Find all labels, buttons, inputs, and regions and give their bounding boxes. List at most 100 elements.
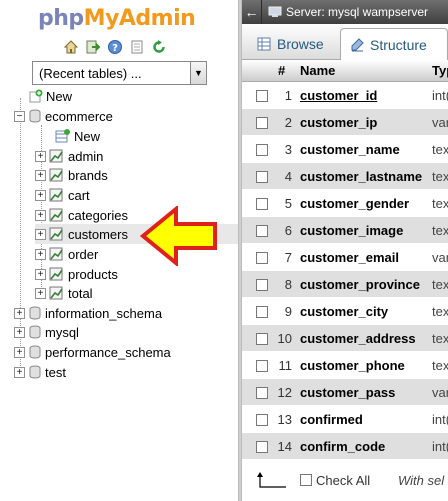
- row-checkbox[interactable]: [256, 441, 268, 453]
- database-icon: [28, 306, 42, 320]
- row-number: 11: [278, 358, 293, 373]
- expand-toggle[interactable]: +: [35, 150, 46, 162]
- table-row[interactable]: 14 confirm_code int(: [242, 433, 448, 460]
- row-checkbox[interactable]: [256, 144, 268, 156]
- row-number: 12: [277, 385, 292, 400]
- logo-my: My: [83, 6, 120, 31]
- docs-icon[interactable]: [128, 38, 146, 56]
- tree-table-cart[interactable]: + cart: [35, 185, 90, 205]
- expand-toggle[interactable]: +: [35, 209, 46, 221]
- column-type: tex: [432, 277, 448, 292]
- tree-table-products[interactable]: + products: [35, 264, 118, 284]
- column-name: customer_phone: [300, 358, 405, 373]
- tree-table-categories[interactable]: + categories: [35, 205, 128, 225]
- tree-table-brands[interactable]: + brands: [35, 165, 108, 185]
- header-name[interactable]: Name: [300, 63, 335, 78]
- row-checkbox[interactable]: [256, 90, 268, 102]
- row-number: 7: [284, 250, 292, 265]
- row-checkbox[interactable]: [256, 279, 268, 291]
- tree-item-new-table[interactable]: New: [52, 126, 100, 146]
- column-name: customer_province: [300, 277, 420, 292]
- home-icon[interactable]: [62, 38, 80, 56]
- phpmyadmin-logo[interactable]: phpMyAdmin: [38, 6, 196, 31]
- navigation-panel: phpMyAdmin ? (Recent tables) ... ▼ New −…: [0, 0, 238, 501]
- table-row[interactable]: 8 customer_province tex: [242, 271, 448, 298]
- row-checkbox[interactable]: [256, 333, 268, 345]
- table-row[interactable]: 3 customer_name tex: [242, 136, 448, 163]
- row-checkbox[interactable]: [256, 414, 268, 426]
- tree-database-mysql[interactable]: + mysql: [14, 322, 79, 342]
- expand-toggle[interactable]: +: [35, 228, 46, 240]
- expand-toggle[interactable]: +: [35, 287, 46, 299]
- row-checkbox[interactable]: [256, 306, 268, 318]
- column-type: var: [432, 115, 448, 130]
- tree-database-performance-schema[interactable]: + performance_schema: [14, 342, 171, 362]
- table-row[interactable]: 6 customer_image tex: [242, 217, 448, 244]
- tree-table-order[interactable]: + order: [35, 244, 98, 264]
- row-number: 4: [284, 169, 292, 184]
- main-content: ← Server: mysql wampserver Browse Struct…: [242, 0, 448, 501]
- tab-structure[interactable]: Structure: [340, 28, 448, 60]
- table-row[interactable]: 12 customer_pass var: [242, 379, 448, 406]
- table-row[interactable]: 1 customer_id int(: [242, 82, 448, 109]
- column-type: tex: [432, 304, 448, 319]
- expand-toggle[interactable]: +: [14, 346, 25, 358]
- annotation-arrow-icon: [140, 206, 217, 266]
- column-type: tex: [432, 196, 448, 211]
- table-footer: Check All With sel: [242, 465, 448, 495]
- table-row[interactable]: 5 customer_gender tex: [242, 190, 448, 217]
- chevron-down-icon[interactable]: ▼: [190, 62, 206, 84]
- collapse-toggle[interactable]: −: [14, 110, 25, 122]
- column-name: confirmed: [300, 412, 363, 427]
- column-name: customer_city: [300, 304, 389, 319]
- tree-database-information-schema[interactable]: + information_schema: [14, 303, 162, 323]
- header-hash[interactable]: #: [278, 63, 285, 78]
- tree-database-test[interactable]: + test: [14, 362, 66, 382]
- reload-icon[interactable]: [150, 38, 168, 56]
- row-checkbox[interactable]: [256, 225, 268, 237]
- expand-toggle[interactable]: +: [14, 366, 25, 378]
- header-type[interactable]: Typ: [432, 63, 448, 78]
- check-all-label[interactable]: Check All: [316, 473, 370, 488]
- row-checkbox[interactable]: [256, 252, 268, 264]
- help-icon[interactable]: ?: [106, 38, 124, 56]
- row-checkbox[interactable]: [256, 117, 268, 129]
- expand-toggle[interactable]: +: [35, 169, 46, 181]
- table-row[interactable]: 11 customer_phone tex: [242, 352, 448, 379]
- table-row[interactable]: 7 customer_email var: [242, 244, 448, 271]
- table-row[interactable]: 9 customer_city tex: [242, 298, 448, 325]
- row-number: 8: [284, 277, 292, 292]
- expand-toggle[interactable]: +: [35, 189, 46, 201]
- tree-database-ecommerce[interactable]: − ecommerce: [14, 106, 113, 126]
- row-checkbox[interactable]: [256, 198, 268, 210]
- expand-toggle[interactable]: +: [35, 268, 46, 280]
- column-name: customer_email: [300, 250, 399, 265]
- server-label[interactable]: Server: mysql wampserver: [286, 5, 428, 19]
- column-name: customer_gender: [300, 196, 410, 211]
- tree-table-admin[interactable]: + admin: [35, 146, 103, 166]
- table-row[interactable]: 4 customer_lastname tex: [242, 163, 448, 190]
- row-checkbox[interactable]: [256, 360, 268, 372]
- expand-toggle[interactable]: +: [35, 248, 46, 260]
- table-row[interactable]: 13 confirmed int(: [242, 406, 448, 433]
- column-type: tex: [432, 169, 448, 184]
- row-checkbox[interactable]: [256, 171, 268, 183]
- server-breadcrumb-bar: ← Server: mysql wampserver: [242, 0, 448, 24]
- row-checkbox[interactable]: [256, 387, 268, 399]
- tree-table-total[interactable]: + total: [35, 283, 93, 303]
- expand-toggle[interactable]: +: [14, 326, 25, 338]
- table-icon: [49, 168, 65, 182]
- table-row[interactable]: 10 customer_address tex: [242, 325, 448, 352]
- recent-tables-select[interactable]: (Recent tables) ... ▼: [32, 61, 207, 85]
- tab-browse[interactable]: Browse: [248, 28, 340, 60]
- back-arrow-icon[interactable]: ←: [242, 0, 262, 24]
- table-row[interactable]: 2 customer_ip var: [242, 109, 448, 136]
- column-type: int(: [432, 88, 448, 103]
- check-all-checkbox[interactable]: [300, 474, 312, 486]
- exit-icon[interactable]: [84, 38, 102, 56]
- expand-toggle[interactable]: +: [14, 307, 25, 319]
- table-name: customers: [68, 226, 128, 242]
- tree-item-new[interactable]: New: [26, 86, 72, 106]
- column-type: tex: [432, 223, 448, 238]
- table-name: total: [68, 285, 93, 301]
